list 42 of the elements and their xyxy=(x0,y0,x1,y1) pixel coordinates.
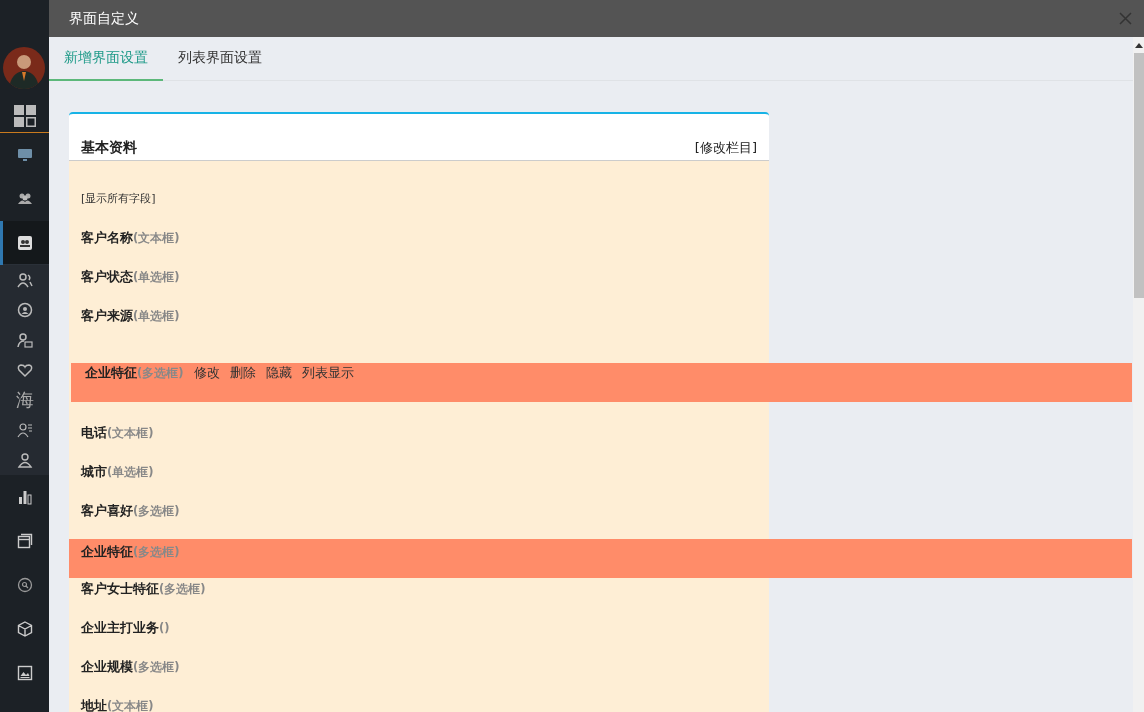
field-label[interactable]: 地址(文本框) xyxy=(81,697,154,712)
edit-section-link[interactable]: [修改栏目] xyxy=(694,139,757,157)
field-action-link[interactable]: 列表显示 xyxy=(301,364,354,382)
window-icon xyxy=(16,533,33,549)
dialog-title: 界面自定义 xyxy=(69,9,139,28)
scrollbar[interactable] xyxy=(1133,37,1144,712)
grid-icon[interactable] xyxy=(13,105,36,127)
field-label[interactable]: 企业规模(多选框) xyxy=(81,658,180,676)
person-icon xyxy=(16,452,33,468)
bar-chart-icon xyxy=(16,489,33,505)
field-label[interactable]: 企业主打业务() xyxy=(81,619,170,637)
user-card-icon xyxy=(16,332,33,348)
field-label[interactable]: 电话(文本框) xyxy=(81,424,154,442)
user-group-icon xyxy=(16,272,33,288)
scrollbar-thumb[interactable] xyxy=(1133,53,1144,298)
field-action-link[interactable]: 修改 xyxy=(193,364,220,382)
image-icon xyxy=(16,665,33,681)
search-icon xyxy=(16,577,33,593)
person-list-icon xyxy=(16,422,33,438)
section-title: 基本资料 xyxy=(81,139,137,157)
tab[interactable]: 列表界面设置 xyxy=(163,37,277,81)
cube-icon xyxy=(16,621,33,637)
field-action-link[interactable]: 隐藏 xyxy=(265,364,292,382)
id-card-icon xyxy=(16,235,33,251)
show-all-fields-link[interactable]: [显示所有字段] xyxy=(81,191,156,211)
dragged-field-row[interactable]: 企业特征(多选框) 修改 删除 隐藏 列表显示 xyxy=(71,363,1132,402)
field-label[interactable]: 客户状态(单选框) xyxy=(81,268,180,286)
field-label[interactable]: 客户名称(文本框) xyxy=(81,229,180,247)
field-label[interactable]: 客户女士特征(多选框) xyxy=(81,580,206,598)
face-circle-icon xyxy=(16,302,33,318)
scroll-up-icon[interactable] xyxy=(1134,43,1143,48)
field-label[interactable]: 客户喜好(多选框) xyxy=(81,502,180,520)
field-label[interactable]: 客户来源(单选框) xyxy=(81,307,180,325)
monitor-icon xyxy=(16,147,33,163)
field-label[interactable]: 城市(单选框) xyxy=(81,463,154,481)
sidebar-item[interactable] xyxy=(0,221,49,265)
sidebar-subitem[interactable]: 海 xyxy=(0,385,49,415)
field-label: 企业特征(多选框) xyxy=(81,543,180,561)
heart-icon xyxy=(16,362,33,378)
field-label: 企业特征(多选框) xyxy=(85,364,184,382)
field-action-link[interactable]: 删除 xyxy=(229,364,256,382)
people-icon xyxy=(16,191,33,207)
